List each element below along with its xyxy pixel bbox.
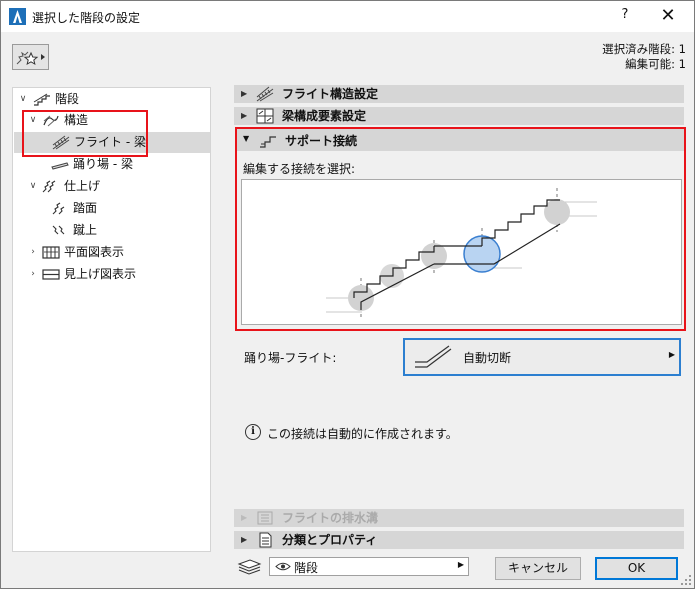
cancel-button[interactable]: キャンセル [495, 557, 581, 580]
favorites-star-icon [16, 51, 45, 66]
chevron-right-icon: ▶ [241, 535, 248, 544]
layer-value: 階段 [294, 561, 319, 575]
floor-plan-icon [42, 246, 60, 259]
chevron-down-icon: ▼ [243, 134, 250, 143]
layer-select[interactable]: 階段 ▶ [269, 557, 469, 576]
stair-connection-diagram [326, 188, 597, 320]
eye-icon [275, 562, 291, 571]
support-connection-panel: ▼ サポート接続 編集する接続を選択: [235, 127, 686, 331]
tread-icon [52, 202, 65, 215]
tree-item-floor-plan[interactable]: › 平面図表示 [13, 242, 210, 263]
ok-button[interactable]: OK [595, 557, 678, 580]
ceiling-plan-icon [42, 269, 60, 280]
chevron-down-icon[interactable]: ∨ [28, 176, 38, 197]
layers-icon [237, 559, 262, 575]
auto-cut-icon [415, 345, 452, 368]
chevron-right-icon: ▶ [457, 560, 464, 569]
dialog-window: 選択した階段の設定 ? ✕ 選択済み階段: 1 編集可能: 1 ∨ 階段 ∨ 構… [0, 0, 695, 589]
select-connection-label: 編集する接続を選択: [243, 162, 356, 176]
info-text: この接続は自動的に作成されます。 [267, 427, 458, 441]
favorites-button[interactable] [12, 44, 49, 70]
drainage-icon [257, 511, 273, 525]
finish-icon [42, 180, 56, 193]
tree-item-landing-beam[interactable]: 踊り場 - 梁 [13, 154, 210, 175]
section-label: サポート接続 [285, 134, 358, 148]
landing-beam-icon [51, 162, 69, 170]
help-button[interactable]: ? [613, 7, 637, 27]
highlight-frame-tree [22, 110, 148, 157]
tree-item-riser[interactable]: 蹴上 [13, 220, 210, 241]
joint-top[interactable] [544, 199, 570, 225]
landing-flight-connection-select[interactable]: 自動切断 ▶ [403, 338, 681, 376]
title-bar: 選択した階段の設定 ? ✕ [1, 1, 694, 32]
section-label: フライトの排水溝 [282, 511, 379, 525]
section-flight-structure[interactable]: ▶ フライト構造設定 [234, 85, 684, 103]
tree-item-label: 仕上げ [64, 179, 101, 193]
connection-diagram [241, 179, 682, 325]
section-support-connection[interactable]: ▼ サポート接続 [237, 129, 684, 151]
chevron-right-icon[interactable]: › [28, 264, 38, 285]
chevron-right-icon: ▶ [241, 89, 248, 98]
close-button[interactable]: ✕ [653, 4, 683, 28]
tree-item-label: 平面図表示 [64, 245, 125, 259]
tree-item-label: 蹴上 [73, 223, 98, 237]
tree-item-label: 踏面 [73, 201, 98, 215]
tree-item-ceiling-plan[interactable]: › 見上げ図表示 [13, 264, 210, 285]
tree-item-label: 踊り場 - 梁 [73, 157, 133, 171]
selected-count: 選択済み階段: 1 [602, 42, 686, 56]
section-label: フライト構造設定 [282, 87, 379, 101]
section-label: 分類とプロパティ [282, 533, 378, 547]
editable-count: 編集可能: 1 [625, 57, 686, 71]
tree-item-finish[interactable]: ∨ 仕上げ [13, 176, 210, 197]
section-flight-drainage: ▶ フライトの排水溝 [234, 509, 684, 527]
riser-icon [52, 225, 65, 235]
stair-icon [33, 93, 50, 106]
chevron-right-icon[interactable]: › [28, 242, 38, 263]
flight-structure-icon [256, 86, 274, 102]
section-classification[interactable]: ▶ 分類とプロパティ [234, 531, 684, 549]
beam-elements-icon [256, 108, 274, 124]
tree-item-stair[interactable]: ∨ 階段 [13, 89, 210, 110]
chevron-right-icon: ▶ [241, 513, 248, 522]
section-label: 梁構成要素設定 [282, 109, 367, 123]
section-beam-elements[interactable]: ▶ 梁構成要素設定 [234, 107, 684, 125]
archicad-app-icon [9, 8, 26, 25]
window-title: 選択した階段の設定 [32, 11, 141, 25]
info-icon: i [245, 424, 261, 440]
tree-item-label: 階段 [55, 92, 80, 106]
support-connection-icon [260, 136, 276, 148]
tree-item-label: 見上げ図表示 [64, 267, 137, 281]
classification-icon [259, 532, 272, 548]
chevron-down-icon[interactable]: ∨ [18, 89, 28, 110]
selection-info: 選択済み階段: 1 編集可能: 1 [602, 42, 686, 72]
landing-flight-value: 自動切断 [463, 351, 512, 365]
landing-flight-label: 踊り場-フライト: [244, 351, 337, 365]
tree-item-tread[interactable]: 踏面 [13, 198, 210, 219]
resize-grip-icon[interactable] [681, 575, 691, 585]
chevron-right-icon: ▶ [241, 111, 248, 120]
chevron-right-icon: ▶ [668, 350, 675, 359]
